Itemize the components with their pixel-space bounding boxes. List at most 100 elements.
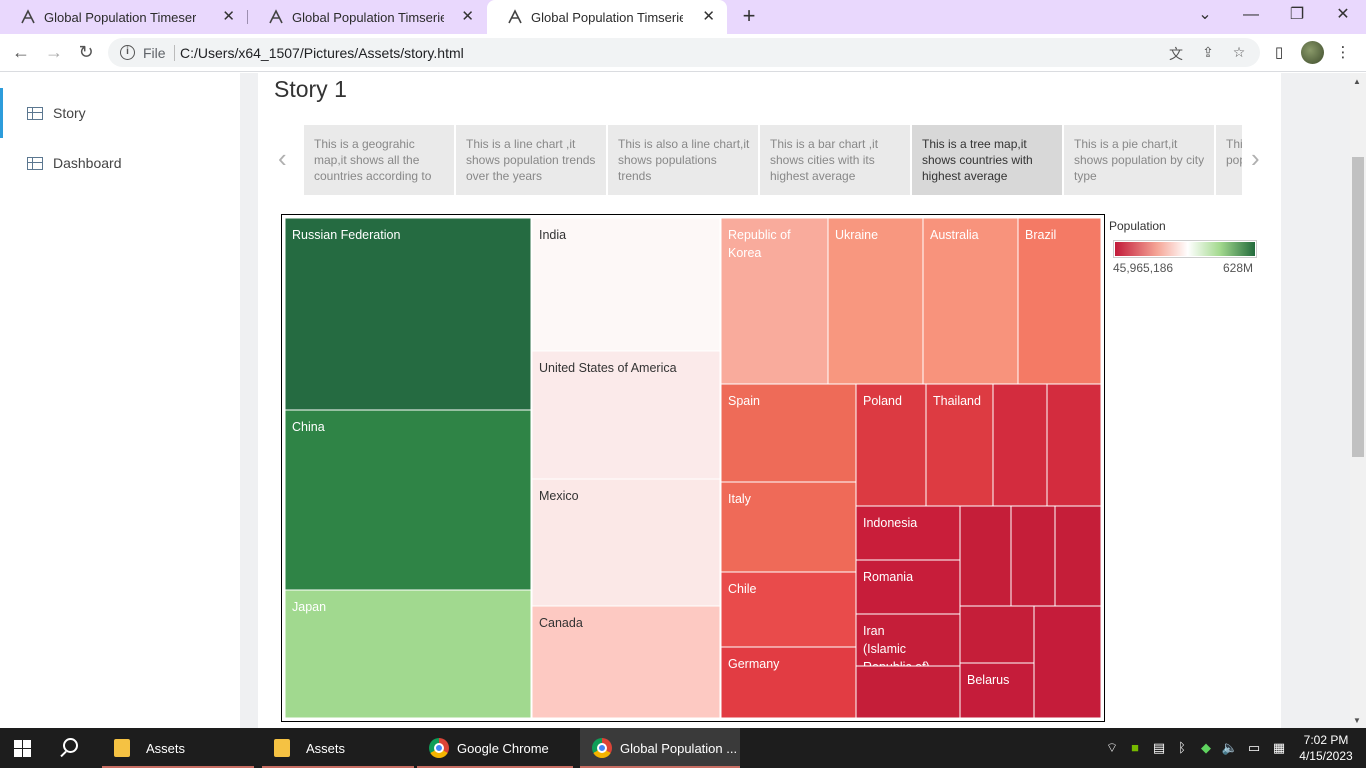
- url-text[interactable]: C:/Users/x64_1507/Pictures/Assets/story.…: [180, 45, 464, 61]
- close-icon[interactable]: ✕: [461, 9, 474, 24]
- address-bar[interactable]: i File C:/Users/x64_1507/Pictures/Assets…: [108, 38, 1260, 67]
- story-point-7[interactable]: This is a map, it explains population: [1216, 125, 1242, 195]
- treemap-tile[interactable]: [855, 613, 961, 667]
- treemap-label: Ukraine: [835, 228, 878, 242]
- info-icon[interactable]: i: [120, 45, 135, 60]
- folder-icon: [274, 739, 290, 757]
- treemap-tile[interactable]: [959, 505, 1012, 607]
- tab-3-title: Global Population Timseries Analysis: [531, 9, 683, 25]
- treemap-tile[interactable]: [959, 662, 1035, 718]
- story-point-3[interactable]: This is also a line chart,it shows popul…: [608, 125, 758, 195]
- treemap-label: Canada: [539, 616, 583, 630]
- kebab-menu-icon[interactable]: ⋮: [1333, 43, 1353, 61]
- sidebar-item-story[interactable]: Story: [0, 88, 240, 138]
- notification-icon[interactable]: ▦: [1270, 740, 1288, 756]
- tab-1-title: Global Population Timeseries Analysis: [44, 9, 196, 25]
- treemap-tile[interactable]: [855, 665, 961, 718]
- profile-avatar[interactable]: [1301, 41, 1324, 64]
- treemap-tile[interactable]: [827, 218, 924, 385]
- treemap-label: Australia: [930, 228, 979, 242]
- star-icon[interactable]: ☆: [1230, 44, 1248, 61]
- treemap-label: Indonesia: [863, 516, 917, 530]
- share-icon[interactable]: ⇪: [1199, 44, 1217, 61]
- taskbar-item-assets-2[interactable]: Assets: [262, 728, 414, 768]
- treemap-tile[interactable]: [855, 505, 961, 561]
- close-icon[interactable]: ✕: [222, 9, 235, 24]
- forward-arrow-icon[interactable]: →: [42, 42, 66, 62]
- wifi-icon[interactable]: ⌔: [1103, 740, 1121, 756]
- treemap-tile[interactable]: [1054, 505, 1101, 607]
- scroll-thumb[interactable]: [1352, 157, 1364, 457]
- close-icon[interactable]: ✕: [702, 9, 715, 24]
- chevron-right-icon[interactable]: ›: [1251, 143, 1260, 174]
- story-point-6[interactable]: This is a pie chart,it shows population …: [1064, 125, 1214, 195]
- story-point-1[interactable]: This is a geograhic map,it shows all the…: [304, 125, 454, 195]
- tab-strip: Global Population Timeseries Analysis ✕ …: [0, 0, 1366, 34]
- taskbar-item-label: Assets: [146, 740, 186, 756]
- legend-title: Population: [1109, 219, 1166, 233]
- taskbar-item-assets-1[interactable]: Assets: [102, 728, 254, 768]
- restore-icon[interactable]: ❐: [1285, 4, 1309, 26]
- treemap-tile[interactable]: [1010, 505, 1056, 607]
- security-icon[interactable]: ◆: [1197, 740, 1215, 756]
- story-points: This is a geograhic map,it shows all the…: [304, 125, 1242, 195]
- side-panel-icon[interactable]: ▯: [1269, 43, 1289, 61]
- chrome-icon: [429, 738, 449, 758]
- sidebar-item-label: Story: [53, 105, 86, 121]
- treemap-label: India: [539, 228, 566, 242]
- plus-icon[interactable]: +: [738, 5, 760, 27]
- story-point-2[interactable]: This is a line chart ,it shows populatio…: [456, 125, 606, 195]
- sidebar-item-dashboard[interactable]: Dashboard: [0, 138, 240, 188]
- scroll-down-icon[interactable]: ▼: [1353, 716, 1361, 725]
- treemap-tile[interactable]: [285, 218, 532, 411]
- tab-2[interactable]: Global Population Timseries Analysis ✕: [248, 0, 486, 34]
- minimize-icon[interactable]: —: [1239, 4, 1263, 26]
- back-arrow-icon[interactable]: ←: [9, 42, 33, 62]
- taskbar-item-global-population[interactable]: Global Population ...: [580, 728, 740, 768]
- legend-max-label: 628M: [1223, 261, 1254, 275]
- tab-1[interactable]: Global Population Timeseries Analysis ✕: [0, 0, 247, 34]
- treemap-label: Poland: [863, 394, 902, 408]
- treemap-label: Japan: [292, 600, 326, 614]
- keyboard-icon[interactable]: ▤: [1150, 740, 1168, 756]
- page-viewport: Story Dashboard Story 1 ‹ This is a geog…: [0, 73, 1350, 728]
- scrollbar[interactable]: ▲ ▼: [1350, 73, 1366, 728]
- taskbar-item-label: Global Population ...: [620, 740, 738, 756]
- bluetooth-icon[interactable]: ᛒ: [1173, 740, 1191, 755]
- treemap-tile[interactable]: [992, 383, 1048, 507]
- treemap-tile[interactable]: [1017, 218, 1101, 385]
- treemap-tile[interactable]: [720, 218, 829, 385]
- battery-icon[interactable]: ▭: [1245, 740, 1263, 756]
- treemap-tile[interactable]: [1033, 605, 1101, 718]
- treemap-tile[interactable]: [1046, 383, 1101, 507]
- taskbar-item-chrome[interactable]: Google Chrome: [417, 728, 573, 768]
- story-point-5[interactable]: This is a tree map,it shows countries wi…: [912, 125, 1062, 195]
- volume-icon[interactable]: 🔈: [1221, 740, 1239, 756]
- story-point-4[interactable]: This is a bar chart ,it shows cities wit…: [760, 125, 910, 195]
- treemap-label: Chile: [728, 582, 757, 596]
- treemap-label: Russian Federation: [292, 228, 400, 242]
- treemap-label: Brazil: [1025, 228, 1056, 242]
- treemap-tile[interactable]: [922, 218, 1019, 385]
- treemap-label: Germany: [728, 657, 780, 671]
- chevron-left-icon[interactable]: ‹: [278, 143, 287, 174]
- search-icon[interactable]: [63, 738, 78, 753]
- window-close-icon[interactable]: ✕: [1331, 4, 1355, 26]
- scroll-up-icon[interactable]: ▲: [1353, 77, 1361, 86]
- treemap-tile[interactable]: [855, 559, 961, 615]
- tableau-favicon-icon: [21, 9, 35, 24]
- table-icon: [27, 156, 43, 170]
- reload-icon[interactable]: ↻: [74, 42, 98, 62]
- treemap-label: Romania: [863, 570, 913, 584]
- tableau-favicon-icon: [508, 9, 522, 24]
- sidebar: Story Dashboard: [0, 73, 240, 728]
- chevron-down-icon[interactable]: ⌄: [1193, 4, 1217, 26]
- treemap-tile[interactable]: [285, 409, 532, 591]
- nvidia-icon[interactable]: ■: [1126, 740, 1144, 755]
- translate-icon[interactable]: 文: [1167, 44, 1185, 64]
- treemap-label: Belarus: [967, 673, 1009, 687]
- treemap-tile[interactable]: [959, 605, 1035, 664]
- system-clock[interactable]: 7:02 PM 4/15/2023: [1296, 732, 1356, 764]
- tab-3-active[interactable]: Global Population Timseries Analysis ✕: [487, 0, 727, 34]
- windows-start-icon[interactable]: [14, 740, 31, 757]
